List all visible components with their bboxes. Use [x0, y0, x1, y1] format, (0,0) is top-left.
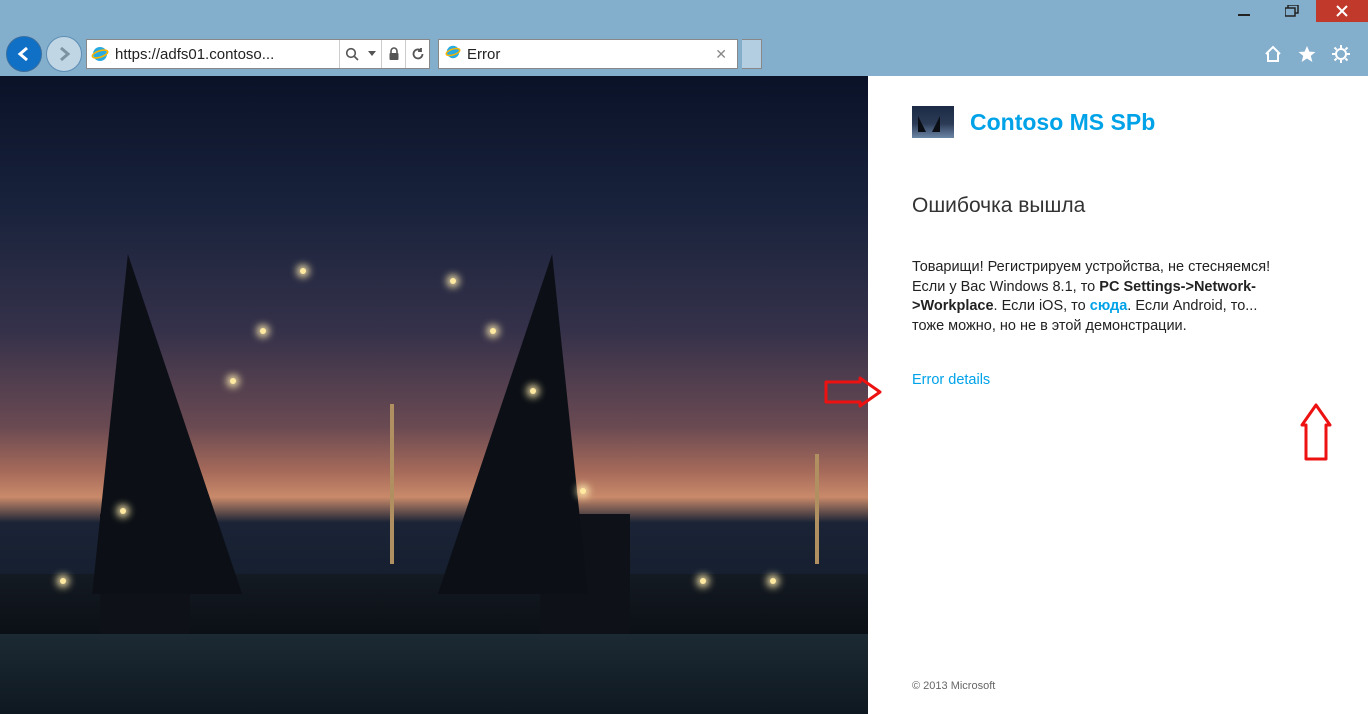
- ios-link[interactable]: сюда: [1090, 298, 1128, 314]
- new-tab-button[interactable]: [742, 39, 762, 69]
- search-icon[interactable]: [339, 40, 363, 68]
- browser-navbar: Error ✕: [0, 32, 1368, 76]
- hero-image: [0, 76, 868, 714]
- close-icon: [1336, 5, 1348, 17]
- back-button[interactable]: [6, 36, 42, 72]
- window-close-button[interactable]: [1316, 0, 1368, 22]
- browser-tab[interactable]: Error ✕: [438, 39, 738, 69]
- arrow-right-icon: [55, 45, 73, 63]
- address-bar-controls: [339, 40, 429, 68]
- tools-icon[interactable]: [1330, 43, 1352, 65]
- window-minimize-button[interactable]: [1220, 0, 1268, 22]
- minimize-icon: [1238, 5, 1250, 17]
- error-panel: Contoso MS SPb Ошибочка вышла Товарищи! …: [868, 76, 1368, 714]
- window-titlebar: [0, 0, 1368, 32]
- brand-logo-icon: [912, 106, 954, 138]
- brand-header: Contoso MS SPb: [912, 106, 1338, 138]
- tab-title: Error: [467, 46, 705, 63]
- window-restore-button[interactable]: [1268, 0, 1316, 22]
- url-input[interactable]: [113, 46, 339, 63]
- error-body-text2: . Если iOS, то: [994, 298, 1090, 314]
- copyright-text: © 2013 Microsoft: [912, 680, 1338, 698]
- ie-logo-icon: [445, 44, 461, 65]
- brand-title: Contoso MS SPb: [970, 109, 1155, 136]
- lock-icon[interactable]: [381, 40, 405, 68]
- navbar-right-controls: [1262, 43, 1362, 65]
- error-body: Товарищи! Регистрируем устройства, не ст…: [912, 258, 1292, 336]
- restore-icon: [1285, 5, 1299, 17]
- error-heading: Ошибочка вышла: [912, 194, 1338, 218]
- page-content: Contoso MS SPb Ошибочка вышла Товарищи! …: [0, 76, 1368, 714]
- refresh-icon[interactable]: [405, 40, 429, 68]
- favorites-icon[interactable]: [1296, 43, 1318, 65]
- arrow-left-icon: [15, 45, 33, 63]
- ie-logo-icon: [87, 45, 113, 63]
- forward-button[interactable]: [46, 36, 82, 72]
- tab-close-button[interactable]: ✕: [711, 46, 731, 63]
- home-icon[interactable]: [1262, 43, 1284, 65]
- error-details-link[interactable]: Error details: [912, 372, 1338, 388]
- annotation-arrow-up: [1300, 401, 1332, 466]
- address-bar[interactable]: [86, 39, 430, 69]
- dropdown-icon[interactable]: [363, 40, 381, 68]
